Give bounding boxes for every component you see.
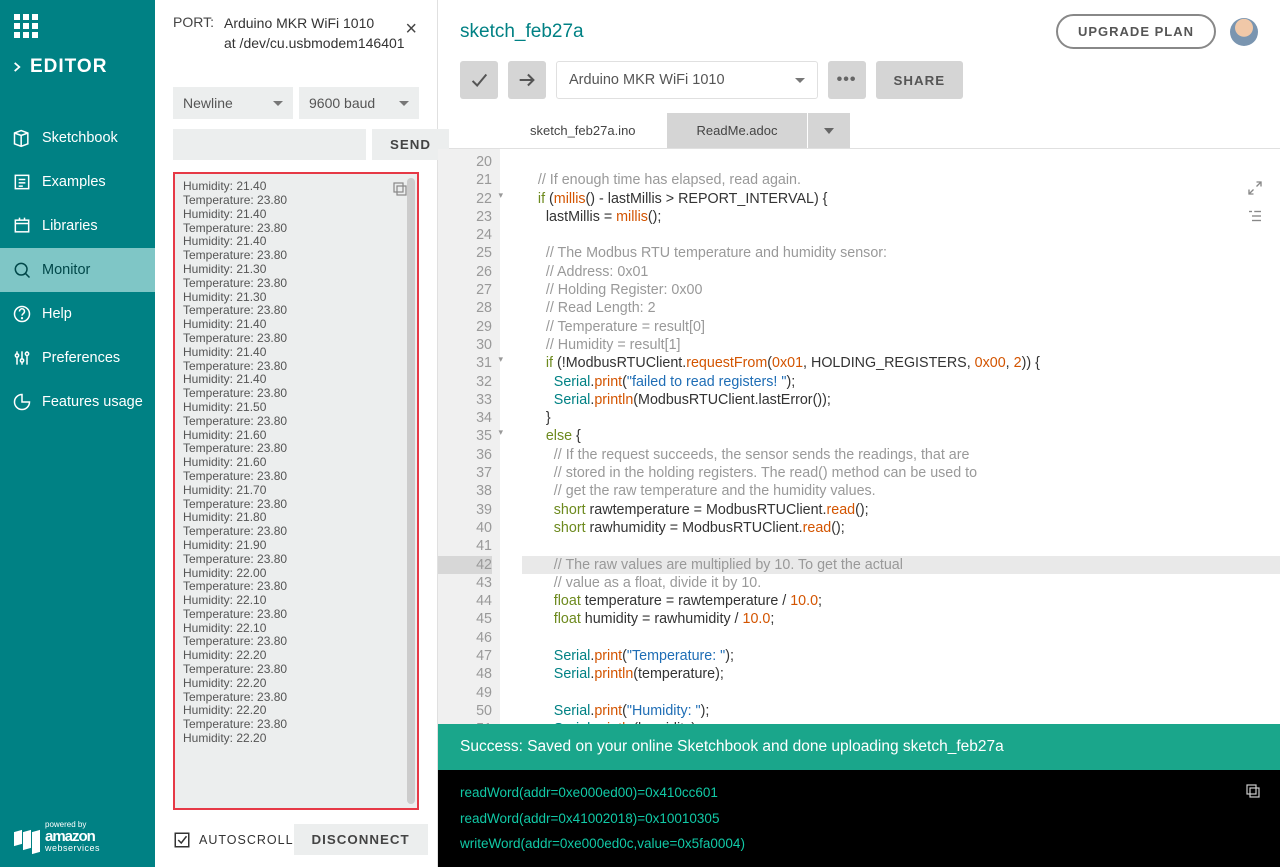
nav-label: Preferences xyxy=(42,350,120,366)
share-button[interactable]: SHARE xyxy=(876,61,964,99)
upgrade-plan-button[interactable]: UPGRADE PLAN xyxy=(1056,14,1216,49)
nav-monitor[interactable]: Monitor xyxy=(0,248,155,292)
serial-output: Humidity: 21.40 Temperature: 23.80 Humid… xyxy=(173,172,419,810)
apps-grid-icon[interactable] xyxy=(14,14,155,38)
upload-button[interactable] xyxy=(508,61,546,99)
chevron-down-icon xyxy=(399,101,409,106)
nav-examples[interactable]: Examples xyxy=(0,160,155,204)
nav-libraries[interactable]: Libraries xyxy=(0,204,155,248)
status-bar: Success: Saved on your online Sketchbook… xyxy=(438,724,1280,770)
chevron-down-icon xyxy=(824,128,834,134)
code-editor[interactable]: 2021222324252627282930313233343536373839… xyxy=(438,149,1280,724)
sidebar: EDITOR Sketchbook Examples Libraries Mon… xyxy=(0,0,155,867)
nav-features-usage[interactable]: Features usage xyxy=(0,380,155,424)
avatar[interactable] xyxy=(1230,18,1258,46)
port-path: at /dev/cu.usbmodem146401 xyxy=(224,34,405,54)
line-ending-select[interactable]: Newline xyxy=(173,87,293,119)
scrollbar[interactable] xyxy=(407,178,415,804)
console-output: readWord(addr=0xe000ed00)=0x410cc601read… xyxy=(438,770,1280,867)
verify-button[interactable] xyxy=(460,61,498,99)
tabs-dropdown[interactable] xyxy=(808,113,850,148)
nav-label: Monitor xyxy=(42,262,90,278)
nav-help[interactable]: Help xyxy=(0,292,155,336)
disconnect-button[interactable]: DISCONNECT xyxy=(294,824,428,855)
outline-icon[interactable] xyxy=(1246,207,1264,225)
nav-label: Sketchbook xyxy=(42,130,118,146)
port-info: Arduino MKR WiFi 1010 at /dev/cu.usbmode… xyxy=(224,14,405,53)
nav-label: Help xyxy=(42,306,72,322)
nav-label: Features usage xyxy=(42,394,143,410)
chevron-down-icon xyxy=(273,101,283,106)
board-select[interactable]: Arduino MKR WiFi 1010 xyxy=(556,61,818,99)
brand-label: EDITOR xyxy=(30,56,107,78)
tab-sketch-ino[interactable]: sketch_feb27a.ino xyxy=(500,113,666,148)
tab-readme[interactable]: ReadMe.adoc xyxy=(667,113,808,148)
aws-logo: powered byamazonwebservices xyxy=(14,821,141,853)
more-menu-button[interactable]: ••• xyxy=(828,61,866,99)
port-board: Arduino MKR WiFi 1010 xyxy=(224,14,405,34)
editor-brand: EDITOR xyxy=(10,56,155,78)
monitor-panel: × PORT: Arduino MKR WiFi 1010 at /dev/cu… xyxy=(155,0,438,867)
nav-sketchbook[interactable]: Sketchbook xyxy=(0,116,155,160)
baud-select[interactable]: 9600 baud xyxy=(299,87,419,119)
close-icon[interactable]: × xyxy=(405,18,417,41)
chevron-down-icon xyxy=(795,78,805,83)
port-label: PORT: xyxy=(173,14,214,53)
nav-label: Examples xyxy=(42,174,106,190)
editor-tabs: sketch_feb27a.ino ReadMe.adoc xyxy=(438,113,1280,149)
autoscroll-checkbox[interactable]: AUTOSCROLL xyxy=(173,831,294,849)
copy-icon[interactable] xyxy=(1244,782,1262,809)
sketch-name[interactable]: sketch_feb27a xyxy=(460,21,584,43)
expand-icon[interactable] xyxy=(1246,179,1264,197)
editor-area: sketch_feb27a UPGRADE PLAN Arduino MKR W… xyxy=(438,0,1280,867)
serial-send-input[interactable] xyxy=(173,129,366,160)
nav-label: Libraries xyxy=(42,218,98,234)
nav-preferences[interactable]: Preferences xyxy=(0,336,155,380)
